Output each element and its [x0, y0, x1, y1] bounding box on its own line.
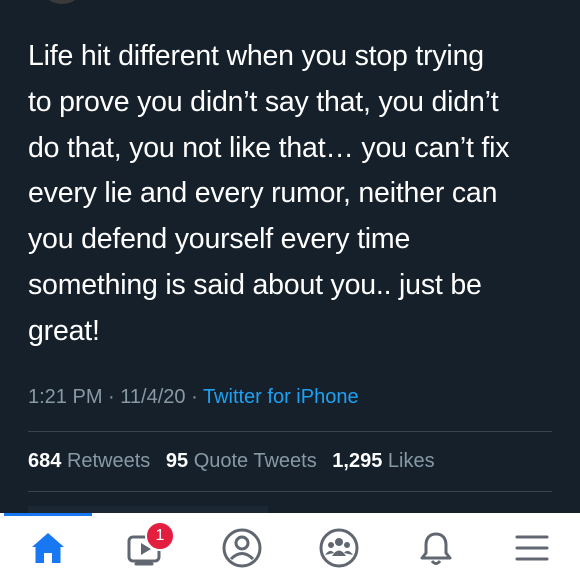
separator-dot: · — [102, 386, 121, 408]
profile-icon — [222, 528, 262, 568]
quote-tweets-label: Quote Tweets — [193, 450, 317, 472]
bell-icon — [420, 532, 452, 565]
retweets-stat[interactable]: 684 Retweets — [28, 450, 150, 472]
tweet-text-line: great! — [28, 314, 100, 347]
tweet-metadata: 1:21 PM · 11/4/20 · Twitter for iPhone — [28, 386, 359, 409]
facebook-bottom-nav: 1 — [0, 513, 580, 580]
nav-menu[interactable] — [508, 525, 556, 571]
nav-home[interactable] — [24, 525, 72, 571]
tweet-time[interactable]: 1:21 PM — [28, 386, 102, 408]
home-icon — [32, 533, 64, 563]
likes-label: Likes — [387, 450, 435, 472]
retweets-label: Retweets — [66, 450, 151, 472]
tweet-source-link[interactable]: Twitter for iPhone — [203, 386, 359, 408]
nav-profile[interactable] — [218, 525, 266, 571]
active-tab-indicator — [4, 513, 92, 516]
nav-notifications[interactable] — [412, 525, 460, 571]
retweets-count: 684 — [28, 450, 62, 472]
quote-tweets-stat[interactable]: 95 Quote Tweets — [166, 450, 317, 472]
quote-tweets-count: 95 — [165, 450, 189, 472]
tweet-text-line: every lie and every rumor, neither can — [28, 177, 498, 210]
divider — [28, 491, 552, 492]
menu-icon — [515, 535, 549, 561]
nav-watch[interactable]: 1 — [121, 521, 175, 571]
tweet-text-line: Life hit different when you stop trying — [28, 40, 484, 72]
tweet-text-line: to prove you didn’t say that, you didn’t — [28, 85, 499, 118]
nav-groups[interactable] — [315, 525, 363, 571]
tweet-text-line: you defend yourself every time — [28, 223, 411, 256]
tweet-stats: 684 Retweets 95 Quote Tweets 1,295 Likes — [28, 450, 445, 473]
separator-dot: · — [185, 386, 203, 408]
screenshot: Life hit different when you stop trying … — [0, 0, 580, 580]
tweet-text: Life hit different when you stop trying … — [28, 34, 558, 355]
tweet-date[interactable]: 11/4/20 — [120, 386, 185, 408]
groups-icon — [319, 528, 359, 568]
tweet-text-line: do that, you not like that… you can’t fi… — [28, 131, 510, 164]
avatar[interactable] — [44, 0, 80, 4]
likes-count: 1,295 — [332, 450, 383, 472]
divider — [28, 431, 552, 432]
tweet-text-line: something is said about you.. just be — [28, 268, 482, 301]
likes-stat[interactable]: 1,295 Likes — [332, 450, 434, 472]
notification-badge: 1 — [145, 521, 175, 551]
